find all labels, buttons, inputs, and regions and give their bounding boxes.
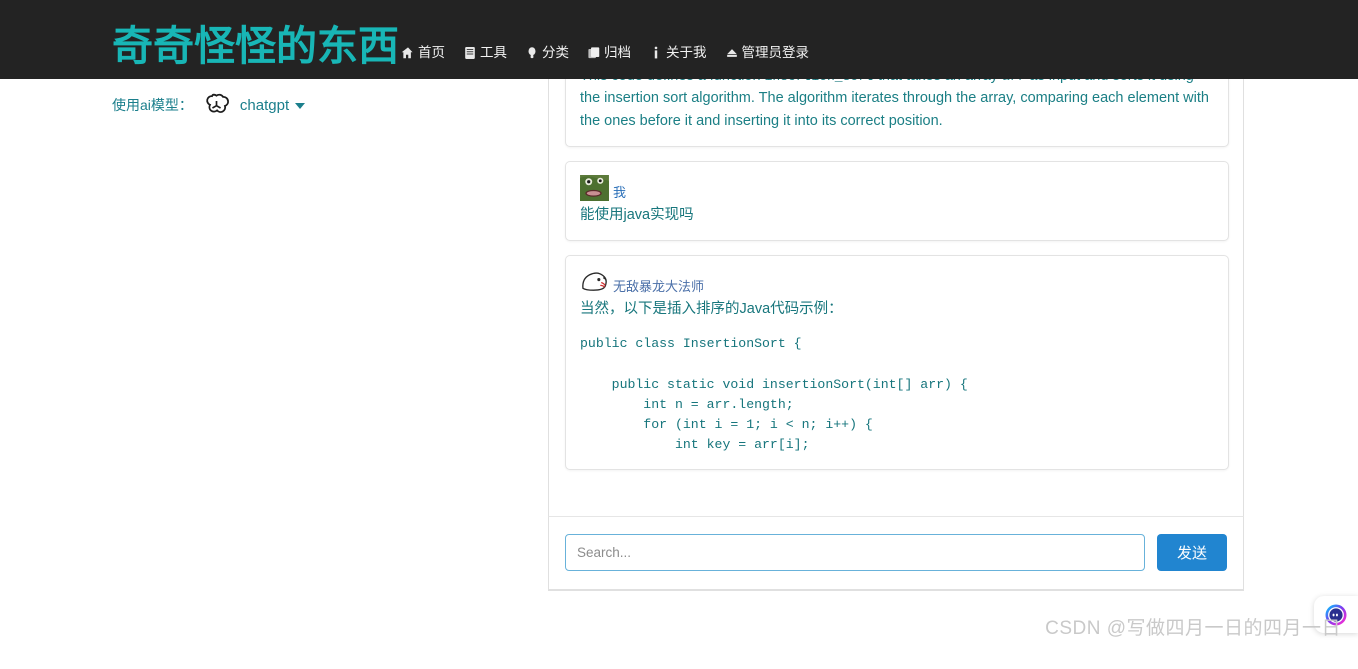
archive-icon	[587, 46, 601, 60]
nav-item-tools-label: 工具	[480, 45, 507, 61]
message-composer: 发送	[548, 515, 1244, 590]
page-body: 使用ai模型： chatgpt print(sorted_arr) This c…	[0, 78, 1358, 654]
chat-message-assistant-text: 当然，以下是插入排序的Java代码示例：	[580, 301, 843, 318]
chat-message-user-header: 我	[580, 175, 1214, 202]
assistant-explanation-paragraph: This code defines a function insertion_s…	[580, 79, 1214, 133]
prose-part-3: as input and sorts it using the insertio…	[580, 79, 1209, 129]
ai-model-selected-label: chatgpt	[239, 96, 290, 114]
chat-message-user-author: 我	[613, 184, 627, 200]
csdn-watermark: CSDN @写做四月一日的四月一日	[1045, 618, 1341, 639]
code-block-java: public class InsertionSort { public stat…	[580, 336, 968, 453]
book-icon	[463, 46, 477, 60]
info-icon	[649, 46, 663, 60]
chevron-down-icon	[295, 103, 306, 109]
chat-panel: print(sorted_arr) This code defines a fu…	[548, 78, 1244, 669]
chat-message-user: 我 能使用java实现吗	[565, 161, 1229, 242]
nav-item-home-label: 首页	[418, 45, 445, 61]
nav-item-about[interactable]: 关于我	[649, 46, 716, 60]
ai-model-label: 使用ai模型：	[112, 97, 193, 113]
site-title: 奇奇怪怪的东西	[112, 23, 399, 69]
site-header: 奇奇怪怪的东西 首页 工具 分类 归档 关于我 管理员登录	[0, 0, 1358, 79]
nav-item-archive[interactable]: 归档	[587, 46, 640, 60]
chat-message-assistant-header: 无敌暴龙大法师	[580, 269, 1214, 296]
chat-scroll-region[interactable]: print(sorted_arr) This code defines a fu…	[548, 78, 1244, 516]
prose-part-2: that takes an array	[874, 79, 1002, 84]
dino-avatar-icon	[580, 269, 609, 296]
inline-code-arr: arr	[1002, 79, 1025, 84]
cloud-upload-icon	[725, 46, 739, 60]
nav-item-home[interactable]: 首页	[401, 46, 454, 60]
home-icon	[401, 46, 415, 60]
chat-message-list: print(sorted_arr) This code defines a fu…	[549, 78, 1243, 471]
inline-code-insertion-sort: insertion_sort	[765, 79, 874, 84]
chat-message-assistant-author: 无敌暴龙大法师	[613, 278, 705, 294]
nav-item-admin-login[interactable]: 管理员登录	[725, 46, 819, 60]
chat-message-user-text: 能使用java实现吗	[580, 207, 694, 224]
nav-item-tools[interactable]: 工具	[463, 46, 516, 60]
nav-item-categories-label: 分类	[542, 45, 569, 61]
panel-divider	[548, 589, 1244, 591]
chat-message-assistant-previous: print(sorted_arr) This code defines a fu…	[565, 78, 1229, 148]
ai-model-picker: 使用ai模型： chatgpt	[112, 88, 306, 122]
frog-avatar-icon	[580, 175, 609, 202]
nav-item-categories[interactable]: 分类	[525, 46, 578, 60]
search-input[interactable]	[565, 534, 1145, 571]
nav-item-about-label: 关于我	[666, 45, 707, 61]
main-nav: 首页 工具 分类 归档 关于我 管理员登录	[401, 46, 818, 60]
nav-item-archive-label: 归档	[604, 45, 631, 61]
prose-part-1: This code defines a function	[580, 79, 765, 84]
ai-model-selected[interactable]: chatgpt	[239, 96, 306, 114]
brand-and-nav: 奇奇怪怪的东西 首页 工具 分类 归档 关于我 管理员登录	[112, 26, 818, 79]
openai-logo-icon	[203, 92, 230, 119]
chat-message-assistant: 无敌暴龙大法师 当然，以下是插入排序的Java代码示例： public clas…	[565, 255, 1229, 471]
lightbulb-icon	[525, 46, 539, 60]
send-button[interactable]: 发送	[1157, 534, 1227, 571]
nav-item-admin-login-label: 管理员登录	[741, 45, 810, 61]
